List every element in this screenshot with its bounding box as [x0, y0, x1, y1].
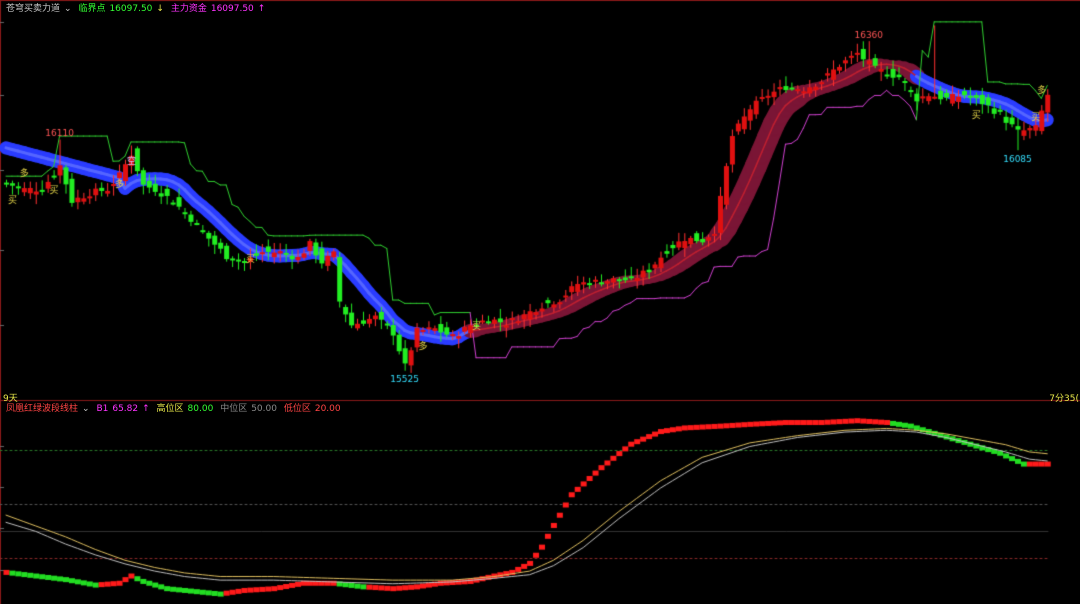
right-edge-label: 7分35(	[1049, 394, 1079, 404]
high-zone-value: 80.00	[187, 404, 214, 414]
mid-zone-label: 中位区	[220, 404, 248, 414]
low-zone-value: 20.00	[314, 404, 341, 414]
critical-point-label: 临界点	[78, 4, 106, 14]
lower-panel-header: 凤凰红绿波段线柱 ⌄ B1 65.82 ↑ 高位区 80.00 中位区 50.00 低位区…	[6, 403, 345, 415]
chevron-down-icon[interactable]: ⌄	[64, 4, 72, 14]
market-chart-canvas[interactable]	[0, 0, 1080, 604]
capital-arrow: ↑	[257, 4, 266, 14]
capital-value: 16097.50	[210, 4, 254, 14]
capital-label: 主力资金	[170, 4, 207, 14]
upper-panel-header: 苍穹买卖力道 ⌄ 临界点 16097.50 ↓ 主力资金 16097.50 ↑	[6, 3, 269, 15]
mid-zone-value: 50.00	[251, 404, 277, 414]
upper-indicator-name[interactable]: 苍穹买卖力道	[6, 4, 60, 14]
critical-point-value: 16097.50	[109, 4, 153, 14]
b1-arrow: ↑	[142, 404, 150, 414]
high-zone-label: 高位区	[156, 404, 184, 414]
low-zone-label: 低位区	[283, 404, 311, 414]
b1-value: 65.82	[112, 404, 139, 414]
lower-indicator-name[interactable]: 凤凰红绿波段线柱	[6, 404, 78, 414]
separator: ↓	[156, 4, 164, 14]
b1-label: B1	[96, 404, 109, 414]
chevron-down-icon[interactable]: ⌄	[82, 404, 90, 414]
